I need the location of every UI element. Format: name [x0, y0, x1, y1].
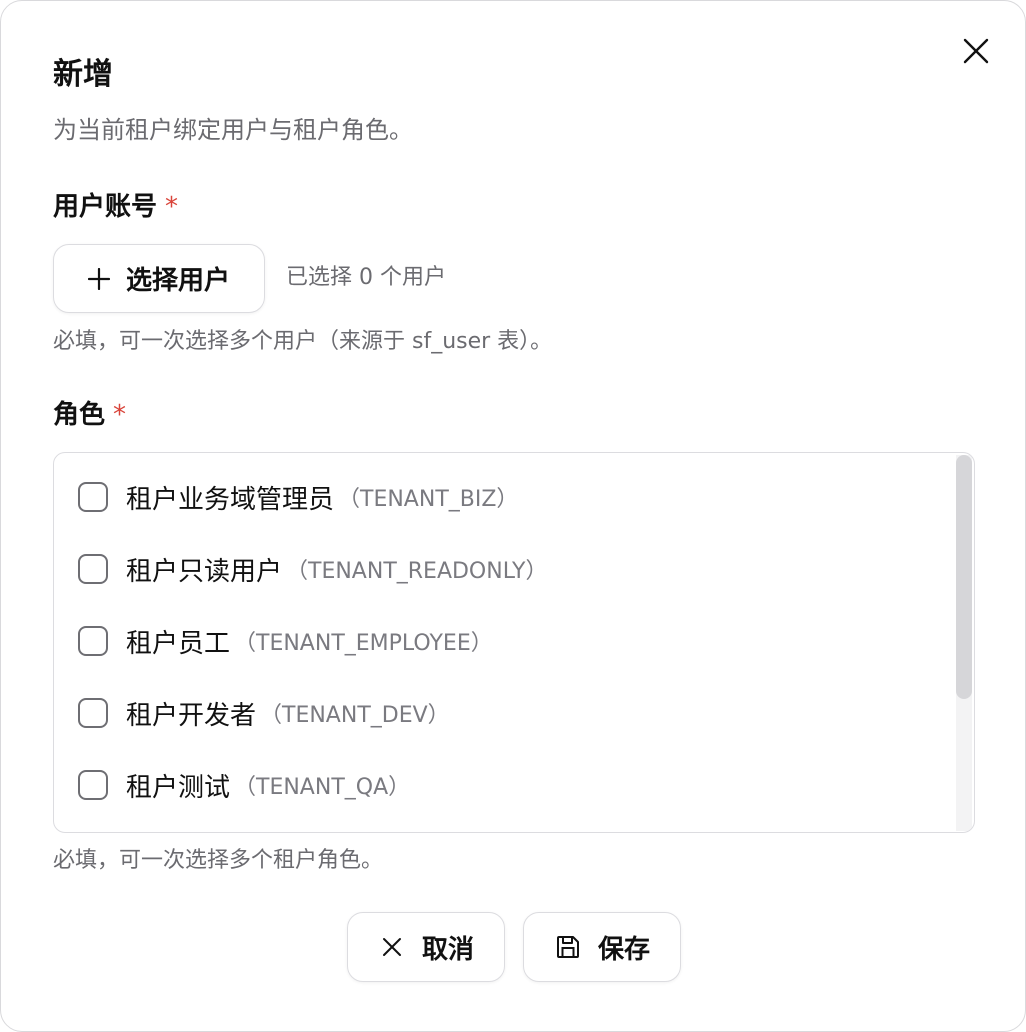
cancel-button-label: 取消	[421, 934, 474, 965]
select-user-button[interactable]: 选择用户	[53, 244, 265, 313]
add-binding-dialog: 新增 为当前租户绑定用户与租户角色。 用户账号 * 选择用户 已选择 0 个用户 …	[0, 0, 1026, 1032]
checkbox[interactable]	[78, 770, 108, 800]
role-option-name: 租户开发者	[126, 700, 257, 731]
role-help: 必填，可一次选择多个租户角色。	[53, 848, 384, 873]
checkbox[interactable]	[78, 698, 108, 728]
dialog-title: 新增	[53, 57, 113, 92]
role-option-name: 租户员工	[126, 628, 231, 659]
role-option-code: （TENANT_EMPLOYEE）	[234, 631, 493, 656]
role-option-code: （TENANT_BIZ）	[338, 487, 519, 512]
plus-icon	[88, 267, 110, 290]
required-mark: *	[165, 192, 179, 222]
save-button[interactable]: 保存	[523, 912, 681, 982]
close-button[interactable]	[956, 31, 996, 71]
role-option-code: （TENANT_READONLY）	[286, 559, 548, 584]
checkbox[interactable]	[78, 482, 108, 512]
x-icon	[378, 933, 406, 961]
role-option-code: （TENANT_DEV）	[260, 703, 450, 728]
checkbox[interactable]	[78, 626, 108, 656]
user-account-help: 必填，可一次选择多个用户（来源于 sf_user 表）。	[53, 329, 553, 354]
cancel-button[interactable]: 取消	[347, 912, 505, 982]
role-label: 角色 *	[53, 399, 126, 431]
selected-users-count: 已选择 0 个用户	[286, 265, 446, 290]
role-option[interactable]: 租户业务域管理员 （TENANT_BIZ）	[78, 477, 518, 517]
role-option[interactable]: 租户测试 （TENANT_QA）	[78, 765, 410, 805]
save-button-label: 保存	[597, 934, 650, 965]
checkbox[interactable]	[78, 554, 108, 584]
scrollbar-thumb[interactable]	[956, 455, 972, 699]
role-option-name: 租户测试	[126, 772, 231, 803]
role-option[interactable]: 租户开发者 （TENANT_DEV）	[78, 693, 450, 733]
role-option-code: （TENANT_QA）	[234, 775, 411, 800]
role-option[interactable]: 租户员工 （TENANT_EMPLOYEE）	[78, 621, 493, 661]
role-option-name: 租户只读用户	[126, 556, 283, 587]
select-user-button-label: 选择用户	[126, 266, 231, 296]
user-account-label-text: 用户账号	[53, 192, 158, 222]
user-account-label: 用户账号 *	[53, 191, 178, 223]
role-option-name: 租户业务域管理员	[126, 484, 335, 515]
close-icon	[963, 38, 989, 64]
role-label-text: 角色	[53, 400, 106, 430]
required-mark: *	[113, 400, 127, 430]
save-icon	[554, 933, 582, 961]
role-checkbox-list: 租户业务域管理员 （TENANT_BIZ） 租户只读用户 （TENANT_REA…	[53, 452, 975, 833]
dialog-subtitle: 为当前租户绑定用户与租户角色。	[53, 116, 413, 144]
role-option[interactable]: 租户只读用户 （TENANT_READONLY）	[78, 549, 547, 589]
